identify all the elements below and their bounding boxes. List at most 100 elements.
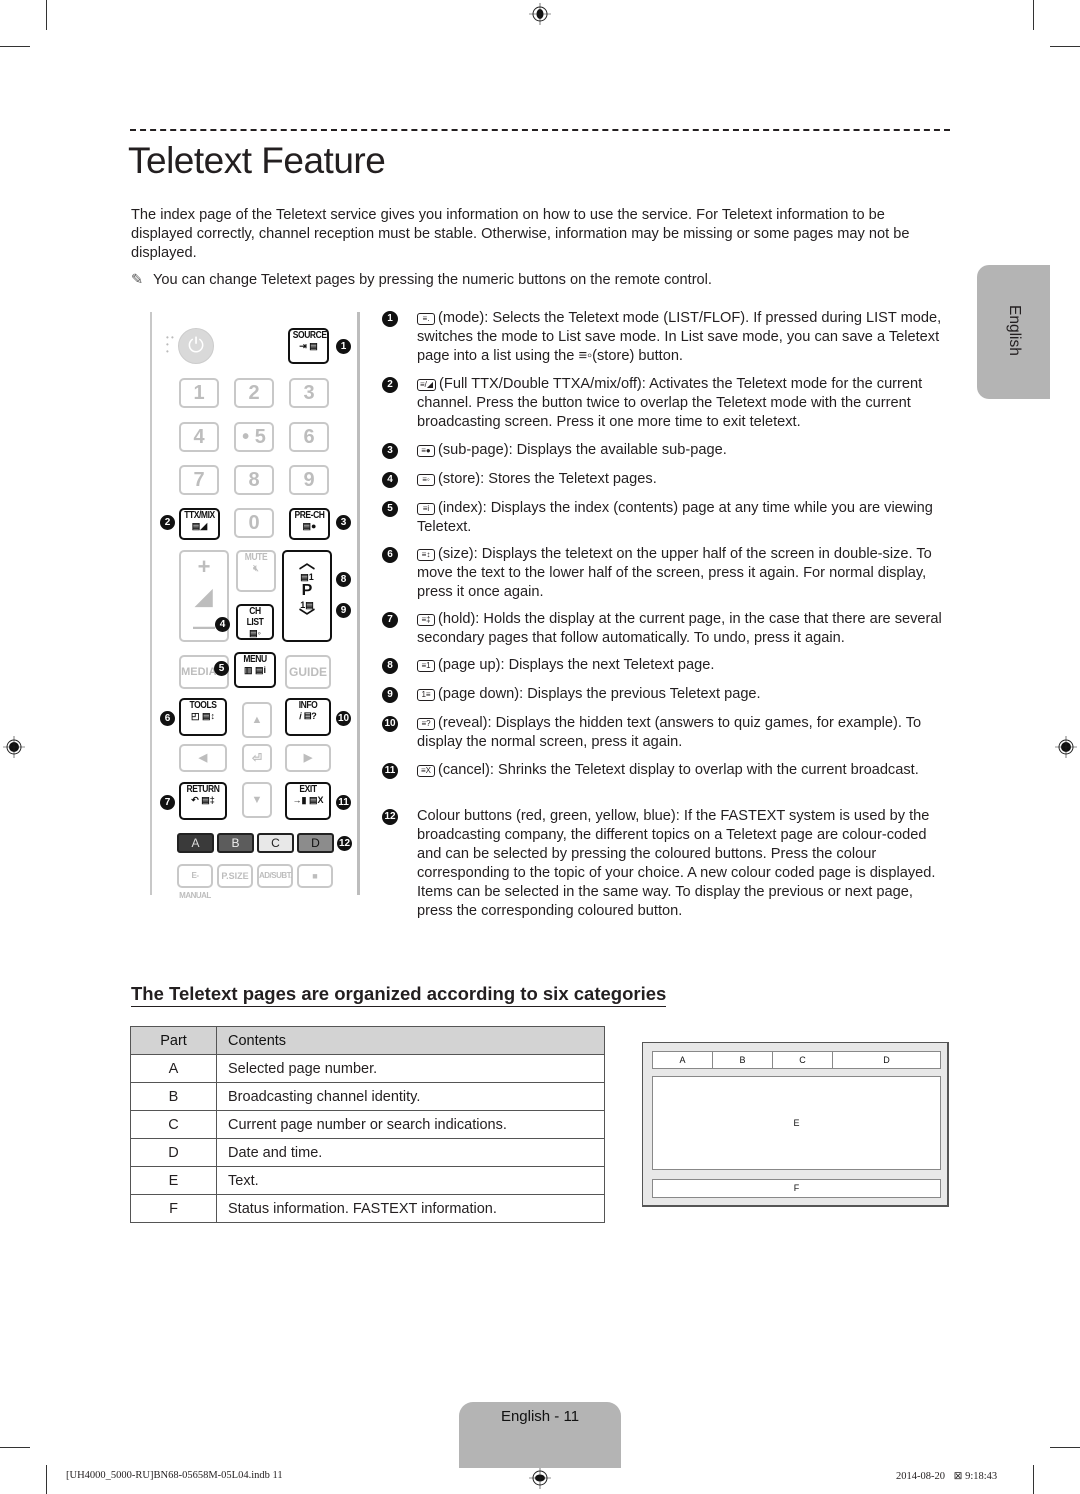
remote-control-illustration: • • • • ⏻ SOURCE ⇥ ▤ 1 1 2 3 4 • 5 6 7 8 9…	[150, 312, 362, 900]
ttx-mix-label: TTX/MIX	[184, 510, 215, 521]
store-icon: ≡◦	[417, 474, 435, 486]
item-text: ≡i (index): Displays the index (contents)…	[417, 499, 947, 537]
number-5-button: • 5	[234, 422, 274, 452]
page-up-icon: ≡1	[417, 660, 435, 672]
index-icon: ≡i	[417, 503, 435, 515]
info-label: INFO	[298, 700, 318, 711]
part-cell: D	[130, 1138, 217, 1167]
item-number: 7	[382, 612, 398, 628]
language-side-tab: English	[977, 265, 1050, 399]
number-7-button: 7	[179, 465, 219, 495]
ad-subt-button: AD/SUBT.	[257, 864, 293, 888]
channel-up-icon: ︿	[298, 555, 315, 572]
hold-icon: ↶ ▤‡	[191, 795, 215, 805]
registration-mark-icon	[529, 1467, 551, 1489]
mute-button: MUTE 🔇︎	[236, 550, 276, 592]
item-number: 6	[382, 547, 398, 563]
item-description: (cancel): Shrinks the Teletext display t…	[438, 762, 919, 778]
intro-paragraph: The index page of the Teletext service g…	[131, 207, 910, 261]
exit-button: EXIT →▮ ▤X	[285, 782, 331, 820]
item-description: (size): Displays the teletext on the upp…	[417, 546, 932, 600]
channel-down-icon: ﹀	[298, 609, 315, 626]
number-0-button: 0	[234, 508, 274, 538]
callout-3: 3	[336, 515, 351, 530]
menu-label: MENU	[243, 654, 267, 665]
callout-11: 11	[336, 795, 351, 810]
item-number: 1	[382, 311, 398, 327]
reveal-icon: ≡?	[417, 718, 435, 730]
item-description: (store): Stores the Teletext pages.	[438, 471, 657, 487]
registration-mark-icon	[529, 3, 551, 25]
page-number-tab: English - 11	[459, 1402, 621, 1468]
item-text: ≡● (sub-page): Displays the available sub…	[417, 441, 947, 460]
hold-icon: ≡‡	[417, 614, 435, 626]
item-number: 5	[382, 501, 398, 517]
part-cell: E	[130, 1166, 217, 1195]
number-3-button: 3	[289, 378, 329, 408]
number-4-button: 4	[179, 422, 219, 452]
registration-mark-icon	[1055, 736, 1077, 758]
color-button-b: B	[217, 833, 254, 853]
return-label: RETURN	[186, 784, 220, 795]
number-8-button: 8	[234, 465, 274, 495]
ttx-mix-button: TTX/MIX ▤◢	[179, 508, 220, 540]
subpage-icon: ≡●	[417, 445, 435, 457]
print-time: 9:18:43	[965, 1471, 998, 1482]
table-row: D Date and time.	[130, 1138, 605, 1167]
teletext-parts-table: Part Contents A Selected page number. B Br…	[130, 1026, 605, 1223]
page-down-icon: 1≡	[417, 689, 435, 701]
e-manual-button: E-MANUAL	[177, 864, 213, 900]
crop-mark	[1033, 1465, 1034, 1494]
contents-cell: Date and time.	[216, 1138, 605, 1167]
pencil-note-icon: ✎	[131, 272, 144, 288]
item-text: ≡↕ (size): Displays the teletext on the u…	[417, 545, 947, 602]
channel-rocker: ︿ ▤1 P 1▤ ﹀	[282, 550, 332, 642]
item-text: ≡X (cancel): Shrinks the Teletext display…	[417, 761, 947, 780]
item-text: ≡1 (page up): Displays the next Teletext …	[417, 656, 947, 675]
source-label: SOURCE	[292, 330, 327, 341]
page-number: English - 11	[500, 1408, 580, 1425]
item-text: ≡/◢ (Full TTX/Double TTXA/mix/off): Activ…	[417, 375, 947, 432]
mode-icon: ≡.	[417, 313, 435, 325]
stop-button: ■	[297, 864, 333, 888]
tools-button: TOOLS ◰ ▤↕	[179, 698, 227, 736]
item-text: ≡◦ (store): Stores the Teletext pages.	[417, 470, 947, 489]
part-cell: F	[130, 1194, 217, 1223]
pre-ch-label: PRE-CH	[294, 510, 325, 521]
callout-9: 9	[336, 603, 351, 618]
ttx-mix-icon: ▤◢	[191, 521, 208, 531]
item-description: (sub-page): Displays the available sub-p…	[438, 442, 727, 458]
table-row: C Current page number or search indicatio…	[130, 1110, 605, 1139]
note-text: You can change Teletext pages by pressin…	[153, 272, 712, 288]
item-text: Colour buttons (red, green, yellow, blue…	[417, 807, 947, 921]
item-description: (mode): Selects the Teletext mode (LIST/…	[417, 310, 942, 364]
contents-cell: Broadcasting channel identity.	[216, 1082, 605, 1111]
cancel-icon: ≡X	[417, 765, 435, 777]
info-button: INFO 𝑖 ▤?	[285, 698, 331, 736]
diagram-part-d: D	[832, 1051, 941, 1069]
section-heading: The Teletext pages are organized accordi…	[131, 983, 667, 1007]
item-description: (page down): Displays the previous Telet…	[438, 686, 761, 702]
callout-12: 12	[337, 836, 352, 851]
registration-mark-icon	[3, 736, 25, 758]
callout-1: 1	[336, 339, 351, 354]
color-button-d: D	[297, 833, 334, 853]
left-arrow-button: ◀	[179, 744, 227, 772]
size-icon: ◰ ▤↕	[190, 711, 215, 721]
exit-label: EXIT	[299, 784, 317, 795]
table-row: E Text.	[130, 1166, 605, 1195]
crop-mark	[0, 1447, 30, 1448]
cancel-icon: →▮ ▤X	[292, 795, 324, 805]
channel-p-label: P	[301, 582, 313, 599]
pre-ch-button: PRE-CH ▤●	[289, 508, 330, 540]
contents-cell: Selected page number.	[216, 1054, 605, 1083]
language-tab-label: English	[1006, 305, 1023, 356]
diagram-part-f: F	[652, 1179, 941, 1198]
contents-cell: Status information. FASTEXT information.	[216, 1194, 605, 1223]
part-cell: C	[130, 1110, 217, 1139]
crop-mark	[1050, 1447, 1080, 1448]
item-number: 12	[382, 809, 398, 825]
callout-4: 4	[215, 617, 230, 632]
note-paragraph: ✎ You can change Teletext pages by pressi…	[131, 271, 946, 290]
reveal-icon: 𝑖 ▤?	[299, 711, 317, 721]
